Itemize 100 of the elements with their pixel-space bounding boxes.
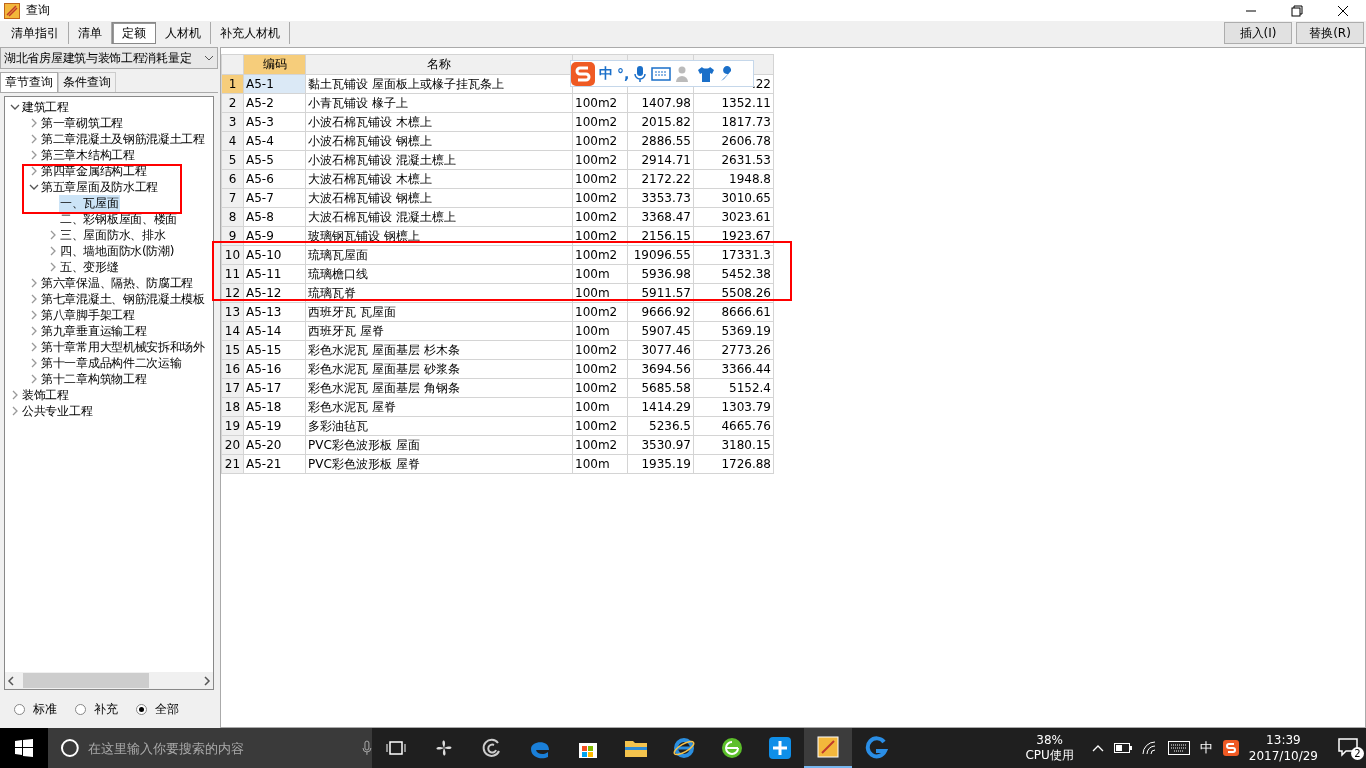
dropdown-caret-icon[interactable] [204,54,214,62]
table-cell: A5-4 [243,131,306,151]
table-cell: 大波石棉瓦铺设 混凝土檩上 [305,207,573,227]
tab[interactable]: 补充人材机 [211,22,290,44]
table-cell: 100m2 [572,245,628,265]
tab[interactable]: 条件查询 [58,72,116,92]
horizontal-scrollbar[interactable] [5,672,213,689]
table-cell: 1303.79 [693,397,774,417]
table-cell: A5-7 [243,188,306,208]
task-view-icon[interactable] [386,740,406,756]
table-cell: 100m2 [572,207,628,227]
swirl-logo-icon[interactable] [864,736,888,760]
table-cell: 100m2 [572,188,628,208]
globe-icon[interactable] [720,736,744,760]
table-cell: 1414.29 [627,397,694,417]
battery-icon[interactable] [1113,743,1132,753]
tree-item[interactable]: 建筑工程 [21,98,70,116]
table-cell: 5907.45 [627,321,694,341]
tree-item[interactable]: 装饰工程 [21,386,70,404]
tree-item[interactable]: 第十章常用大型机械安拆和场外 [40,338,206,356]
tree-item[interactable]: 第七章混凝土、钢筋混凝土模板 [40,290,206,308]
windows-icon[interactable] [15,739,33,757]
action-button[interactable]: 插入(I) [1224,22,1292,44]
table-cell: A5-12 [243,283,306,303]
tree-item[interactable]: 二、彩钢板屋面、楼面 [59,210,178,228]
table-cell: 大波石棉瓦铺设 钢檩上 [305,188,573,208]
input-mode[interactable]: 中 [1199,739,1213,757]
table-cell: 小波石棉瓦铺设 混凝土檩上 [305,150,573,170]
internet-explorer-icon[interactable] [672,736,696,760]
tree-item[interactable]: 五、变形缝 [59,258,120,276]
tree-item[interactable]: 第五章屋面及防水工程 [40,178,159,196]
table-cell: A5-8 [243,207,306,227]
table-cell: 3023.61 [693,207,774,227]
table-cell: A5-19 [243,416,306,436]
table-cell: 19096.55 [627,245,694,265]
table-cell: 琉璃瓦屋面 [305,245,573,265]
radio-option[interactable]: 补充 [75,700,118,718]
library-dropdown[interactable]: 湖北省房屋建筑与装饰工程消耗量定 [0,47,218,69]
table-cell: 小波石棉瓦铺设 木檩上 [305,112,573,132]
tree-item[interactable]: 第四章金属结构工程 [40,162,148,180]
tree-item[interactable]: 第十二章构筑物工程 [40,370,148,388]
column-header[interactable]: 编码 [243,54,306,75]
table-cell: 多彩油毡瓦 [305,416,573,436]
action-button[interactable]: 替换(R) [1296,22,1364,44]
clock-time[interactable]: 13:39 [1266,732,1301,748]
notepad-icon[interactable] [816,735,840,759]
tab[interactable]: 人材机 [156,22,211,44]
tree-item[interactable]: 四、墙地面防水(防潮) [59,242,176,260]
cortana-circle-icon[interactable] [60,738,80,758]
tree-item[interactable]: 第二章混凝土及钢筋混凝土工程 [40,130,206,148]
table-cell: A5-18 [243,397,306,417]
table-cell: 彩色水泥瓦 屋面基层 角钢条 [305,378,573,398]
search-bar[interactable]: 在这里输入你要搜索的内容 [48,728,372,768]
wifi-icon[interactable] [1141,741,1158,755]
table-cell: 1935.19 [627,454,694,474]
radio-option[interactable]: 全部 [136,700,179,718]
cross-app-icon[interactable] [768,736,792,760]
shirt-icon[interactable] [697,64,716,83]
clock-date[interactable]: 2017/10/29 [1248,748,1318,764]
tree-item[interactable]: 公共专业工程 [21,402,94,420]
search-field[interactable]: 在这里输入你要搜索的内容 [85,739,357,757]
ime-mode[interactable]: 中 [599,64,613,83]
tab[interactable]: 定额 [112,22,156,44]
chevron-up-icon[interactable] [1091,744,1104,752]
tree-item[interactable]: 第三章木结构工程 [40,146,136,164]
table-cell: 2156.15 [627,226,694,246]
tree-item[interactable]: 第十一章成品构件二次运输 [40,354,183,372]
sogou-icon[interactable] [1222,740,1239,756]
table-cell: 5452.38 [693,264,774,284]
table-cell: 小波石棉瓦铺设 钢檩上 [305,131,573,151]
tab[interactable]: 清单指引 [2,22,69,44]
table-cell: 3694.56 [627,359,694,379]
table-cell: 3180.15 [693,435,774,455]
folder-icon[interactable] [624,738,648,758]
tree-item[interactable]: 第一章砌筑工程 [40,114,124,132]
ime-punctuation[interactable]: °, [617,65,630,82]
table-cell: 100m2 [572,378,628,398]
tree-item[interactable]: 第六章保温、隔热、防腐工程 [40,274,195,292]
table-cell: A5-2 [243,93,306,113]
tab[interactable]: 章节查询 [0,72,58,92]
microphone-icon[interactable] [362,740,372,756]
table-cell: 100m [572,264,628,284]
tree-item[interactable]: 三、屋面防水、排水 [59,226,167,244]
table-cell: 彩色水泥瓦 屋面基层 砂浆条 [305,359,573,379]
column-header[interactable]: 名称 [305,54,573,75]
table-cell: 3530.97 [627,435,694,455]
notification-icon[interactable] [1338,738,1360,758]
table-cell: 8666.61 [693,302,774,322]
notification-count: 2 [1351,747,1364,760]
table-cell: 5685.58 [627,378,694,398]
swirl-icon[interactable] [482,738,502,758]
microphone-icon[interactable] [633,64,648,83]
tree-item[interactable]: 一、瓦屋面 [59,194,120,212]
tree-item[interactable]: 第八章脚手架工程 [40,306,136,324]
table-cell: 1407.98 [627,93,694,113]
table-cell: 100m2 [572,435,628,455]
table-cell: 5369.19 [693,321,774,341]
table-cell: A5-21 [243,454,306,474]
radio-option[interactable]: 标准 [14,700,57,718]
tree-item[interactable]: 第九章垂直运输工程 [40,322,148,340]
